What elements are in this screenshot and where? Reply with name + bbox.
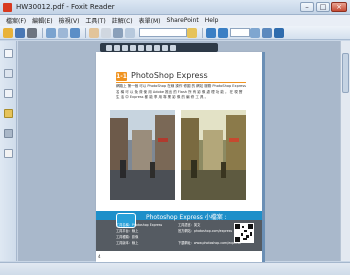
select-text-icon[interactable] (101, 27, 111, 38)
signatures-icon[interactable] (4, 149, 13, 158)
first-page-icon[interactable] (106, 44, 112, 51)
search-icon[interactable] (187, 27, 197, 38)
status-bar (0, 262, 350, 275)
zoom-field[interactable] (230, 28, 250, 37)
navigation-panel (0, 41, 17, 261)
print-icon[interactable] (27, 27, 37, 38)
title-bar: HW30012.pdf - Foxit Reader – □ × (0, 0, 350, 15)
full-screen-icon[interactable] (274, 27, 284, 38)
qr-code (234, 223, 254, 243)
banner-info-left-4: 工具版本：線上 (116, 241, 139, 245)
menu-edit[interactable]: 編輯(E) (32, 16, 52, 25)
vertical-scrollbar[interactable] (340, 41, 350, 261)
menu-forms[interactable]: 表單(M) (139, 16, 161, 25)
info-banner: Photoshop Express 小檔案 : 工具名稱：Photoshop E… (96, 211, 262, 251)
hand-tool-icon[interactable] (89, 27, 99, 38)
toolbar-separator (85, 27, 86, 38)
photo-original (110, 110, 175, 200)
menu-tools[interactable]: 工具(T) (85, 16, 105, 25)
toolbar-separator (42, 27, 43, 38)
menu-sharepoint[interactable]: SharePoint (167, 17, 199, 24)
window-title: HW30012.pdf - Foxit Reader (16, 3, 115, 11)
bookmarks-icon[interactable] (4, 49, 13, 58)
last-page-icon[interactable] (130, 44, 136, 51)
layers-icon[interactable] (4, 89, 13, 98)
fit-width-icon[interactable] (162, 44, 168, 51)
email-icon[interactable] (46, 27, 56, 38)
banner-info-right-2: 官方網站：photoshop.com/express (178, 229, 233, 233)
banner-info-left-3: 工具種類：影像 (116, 235, 139, 239)
open-icon[interactable] (3, 27, 13, 38)
fit-page-icon[interactable] (154, 44, 160, 51)
section-divider (116, 82, 246, 83)
section-number-badge: 1-1 (116, 72, 127, 81)
banner-info-left-1: 工具名稱：Photoshop Express (116, 223, 163, 227)
banner-title: Photoshop Express 小檔案 : (146, 214, 227, 221)
zoom-in-icon[interactable] (250, 27, 260, 38)
fit-page-icon[interactable] (58, 27, 68, 38)
next-page-icon[interactable] (122, 44, 128, 51)
attachments-icon[interactable] (4, 129, 13, 138)
zoom-icon[interactable] (125, 27, 135, 38)
rotate-icon[interactable] (70, 27, 80, 38)
previous-page-icon[interactable] (114, 44, 120, 51)
foxit-app-icon (3, 2, 12, 12)
menu-help[interactable]: Help (205, 17, 219, 24)
scrollbar-thumb[interactable] (342, 53, 349, 93)
menu-bar: 檔案(F) 編輯(E) 檢視(V) 工具(T) 註解(C) 表單(M) Shar… (0, 15, 350, 26)
section-title: PhotoShop Express (131, 71, 208, 80)
menu-comments[interactable]: 註解(C) (112, 16, 133, 25)
close-button[interactable]: × (331, 2, 347, 12)
menu-view[interactable]: 檢視(V) (59, 16, 80, 25)
fit-width-icon[interactable] (262, 27, 272, 38)
next-page-icon[interactable] (218, 27, 228, 38)
zoom-in-icon[interactable] (146, 44, 152, 51)
snapshot-icon[interactable] (113, 27, 123, 38)
toolbar-separator (202, 27, 203, 38)
pdf-page: 1-1 PhotoShop Express 網路上 第一個 可以 PhotoSh… (96, 52, 262, 262)
body-paragraph: 網路上 第一個 可以 PhotoShop 在線 操作 修圖 的 網站 服務 Ph… (116, 84, 246, 99)
page-edge-tab (262, 52, 265, 262)
toolbar (0, 26, 350, 40)
page-navigation-bar (100, 43, 218, 52)
maximize-button[interactable]: □ (316, 2, 330, 12)
comments-icon[interactable] (4, 109, 13, 118)
previous-page-icon[interactable] (206, 27, 216, 38)
minimize-button[interactable]: – (300, 2, 314, 12)
pages-icon[interactable] (4, 69, 13, 78)
menu-file[interactable]: 檔案(F) (6, 16, 26, 25)
zoom-out-icon[interactable] (138, 44, 144, 51)
banner-info-right-4: 下載網址：www.photoshop.com/express (178, 241, 241, 245)
page-number: 4 (98, 254, 101, 259)
photo-edited (181, 110, 246, 200)
banner-info-left-2: 工具平台：線上 (116, 229, 139, 233)
rotate-icon[interactable] (170, 44, 176, 51)
banner-info-right-1: 工具語言：英文 (178, 223, 201, 227)
save-icon[interactable] (15, 27, 25, 38)
search-input[interactable] (139, 28, 187, 37)
